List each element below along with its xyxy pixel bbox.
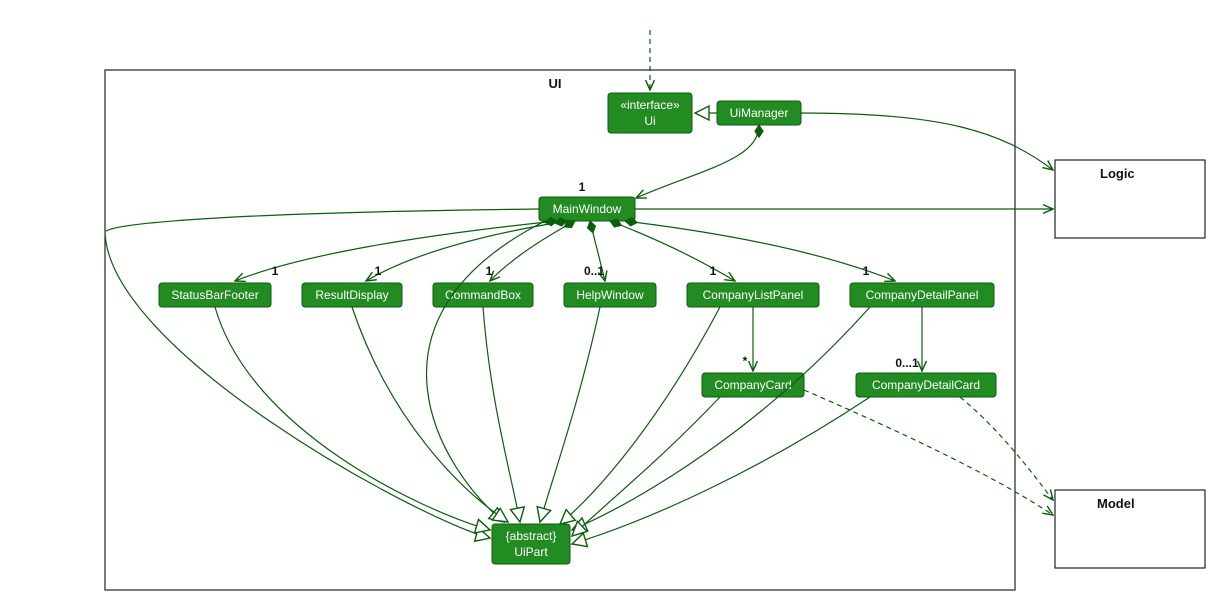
edge-companycard-to-model (804, 390, 1053, 515)
mult-statusbarfooter: 1 (272, 264, 279, 278)
class-companydetailcard-name: CompanyDetailCard (872, 378, 980, 392)
edge-uimanager-ext-uipart (105, 230, 490, 538)
mult-companydetailcard: 0...1 (895, 356, 919, 370)
mult-mainwindow: 1 (579, 180, 586, 194)
uml-diagram: UI Logic Model «interface» Ui UiManager … (0, 0, 1210, 593)
class-companycard-name: CompanyCard (714, 378, 791, 392)
edge-ccard-gen-uipart (572, 397, 720, 536)
package-model-label: Model (1097, 496, 1135, 511)
class-resultdisplay-name: ResultDisplay (315, 288, 388, 302)
class-uipart-name: UiPart (514, 545, 548, 559)
mult-companylistpanel: 1 (710, 264, 717, 278)
class-companydetailpanel: CompanyDetailPanel (850, 283, 994, 307)
mult-resultdisplay: 1 (375, 264, 382, 278)
edge-cb-gen-uipart (483, 307, 520, 522)
class-commandbox: CommandBox (433, 283, 533, 307)
class-companycard: CompanyCard (702, 373, 804, 397)
class-uimanager: UiManager (717, 101, 801, 125)
edge-mw-to-companydetailpanel (625, 221, 895, 281)
edge-mw-to-resultdisplay (366, 221, 567, 281)
edge-clp-gen-uipart (560, 307, 720, 524)
class-ui-interface: «interface» Ui (608, 93, 692, 133)
class-companylistpanel-name: CompanyListPanel (703, 288, 804, 302)
class-helpwindow: HelpWindow (564, 283, 656, 307)
class-ui-name: Ui (644, 114, 655, 128)
package-ui (105, 70, 1015, 590)
class-mainwindow-name: MainWindow (553, 202, 622, 216)
class-ui-stereotype: «interface» (620, 98, 680, 112)
class-uimanager-name: UiManager (730, 106, 789, 120)
class-companylistpanel: CompanyListPanel (687, 283, 819, 307)
class-companydetailpanel-name: CompanyDetailPanel (866, 288, 979, 302)
edge-mw-to-statusbarfooter (235, 221, 557, 281)
edge-cdcard-gen-uipart (572, 397, 870, 544)
edge-sbf-gen-uipart (215, 307, 490, 530)
edge-uimanager-wrap (106, 209, 539, 231)
package-ui-label: UI (549, 76, 562, 91)
class-mainwindow: MainWindow (539, 197, 635, 221)
package-logic-label: Logic (1100, 166, 1135, 181)
class-companydetailcard: CompanyDetailCard (856, 373, 996, 397)
mult-helpwindow: 0..1 (584, 264, 604, 278)
edge-companydetailcard-to-model (960, 397, 1053, 500)
edge-uimanager-to-mainwindow (636, 125, 759, 198)
mult-companycard: * (743, 354, 748, 368)
mult-companydetailpanel: 1 (863, 264, 870, 278)
mult-commandbox: 1 (486, 264, 493, 278)
edge-hw-gen-uipart (540, 307, 600, 522)
class-helpwindow-name: HelpWindow (576, 288, 644, 302)
edge-cdp-gen-uipart (572, 307, 870, 530)
class-uipart-stereotype: {abstract} (506, 529, 557, 543)
edge-mw-to-commandbox (490, 221, 575, 281)
class-statusbarfooter-name: StatusBarFooter (171, 288, 258, 302)
edge-rd-gen-uipart (352, 307, 508, 522)
class-statusbarfooter: StatusBarFooter (159, 283, 271, 307)
class-uipart: {abstract} UiPart (492, 524, 570, 564)
class-resultdisplay: ResultDisplay (302, 283, 402, 307)
